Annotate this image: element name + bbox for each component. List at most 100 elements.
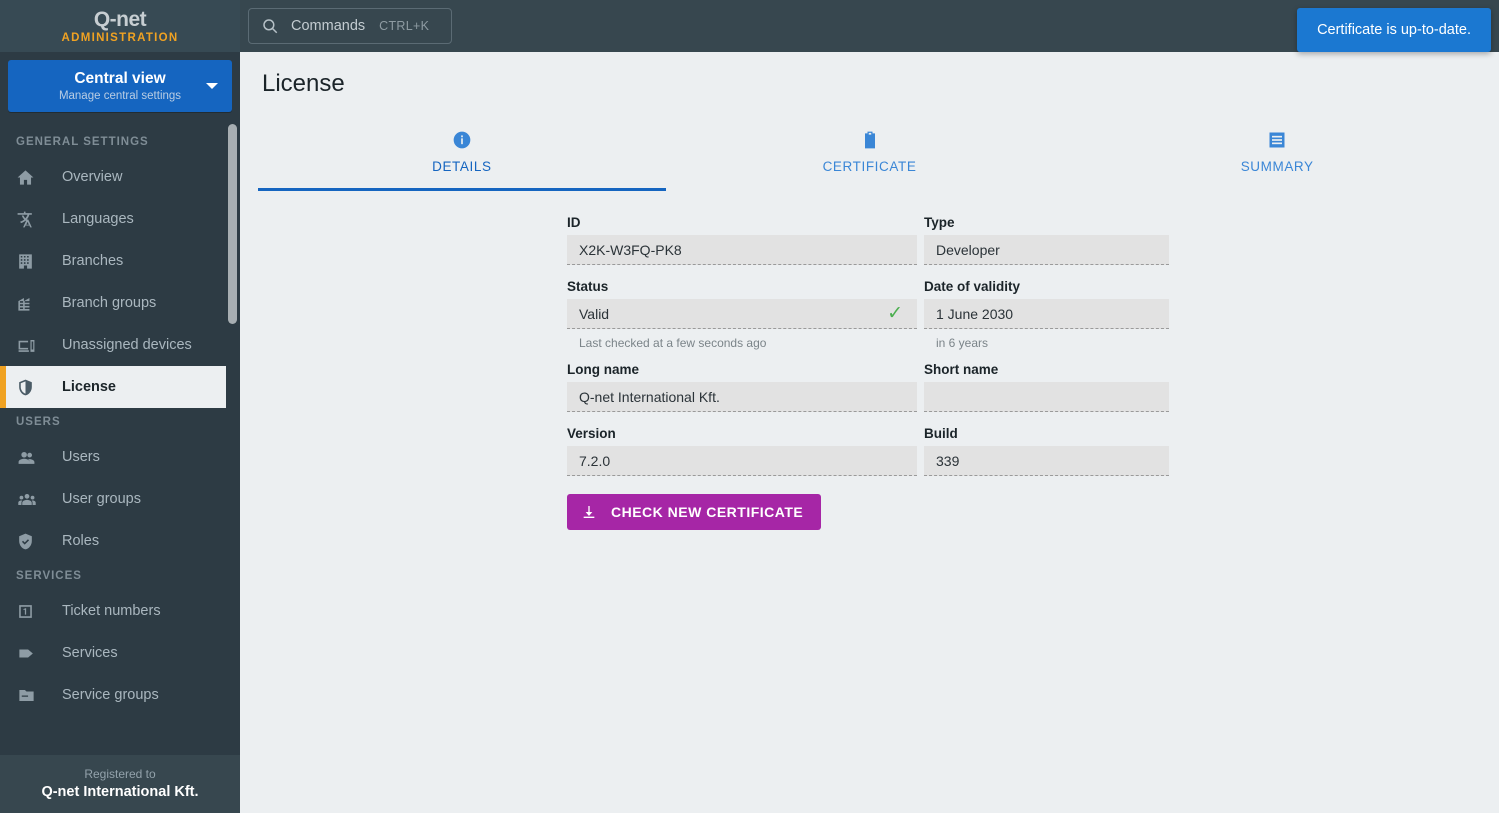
status-input[interactable]: Valid ✓ bbox=[567, 299, 917, 329]
sidebar-item-license[interactable]: License bbox=[0, 366, 226, 408]
sidebar-item-user-groups[interactable]: User groups bbox=[0, 478, 226, 520]
tab-details[interactable]: DETAILS bbox=[258, 120, 666, 191]
users-icon bbox=[16, 448, 46, 467]
sidebar-item-label: Languages bbox=[62, 211, 134, 227]
sidebar-item-ticket-numbers[interactable]: Ticket numbers bbox=[0, 590, 226, 632]
sidebar-item-label: Service groups bbox=[62, 687, 159, 703]
sidebar-item-label: User groups bbox=[62, 491, 141, 507]
field-label: ID bbox=[567, 215, 581, 230]
details-grid: ID X2K-W3FQ-PK8 Type Developer Status Va… bbox=[567, 215, 1172, 530]
sidebar-item-label: Services bbox=[62, 645, 118, 661]
view-selector-subtitle: Manage central settings bbox=[58, 89, 182, 102]
translate-icon bbox=[16, 210, 46, 229]
version-input[interactable]: 7.2.0 bbox=[567, 446, 917, 476]
sidebar-item-label: Users bbox=[62, 449, 100, 465]
long-name-input[interactable]: Q-net International Kft. bbox=[567, 382, 917, 412]
clipboard-icon bbox=[666, 130, 1074, 150]
field-date-of-validity: Date of validity 1 June 2030 in 6 years bbox=[924, 279, 1169, 362]
sidebar-item-unassigned-devices[interactable]: Unassigned devices bbox=[0, 324, 226, 366]
field-long-name: Long name Q-net International Kft. bbox=[567, 362, 917, 412]
sidebar-item-branch-groups[interactable]: Branch groups bbox=[0, 282, 226, 324]
registered-to-value: Q-net International Kft. bbox=[41, 784, 199, 800]
sidebar-nav: GENERAL SETTINGS Overview Languages Bran… bbox=[0, 112, 240, 755]
sidebar-item-roles[interactable]: Roles bbox=[0, 520, 226, 562]
chevron-down-icon bbox=[206, 83, 218, 89]
field-value: Developer bbox=[936, 241, 1000, 258]
field-value: 339 bbox=[936, 452, 960, 469]
sidebar-item-users[interactable]: Users bbox=[0, 436, 226, 478]
sidebar-item-label: Unassigned devices bbox=[62, 337, 192, 353]
sidebar-item-label: Branch groups bbox=[62, 295, 157, 311]
field-label: Date of validity bbox=[924, 279, 1021, 294]
field-label: Status bbox=[567, 279, 609, 294]
type-input[interactable]: Developer bbox=[924, 235, 1169, 265]
folder-icon bbox=[16, 686, 46, 705]
sidebar-item-label: License bbox=[62, 379, 116, 395]
topbar: Commands CTRL+K Certificate is up-to-dat… bbox=[240, 0, 1499, 52]
view-selector[interactable]: Central view Manage central settings bbox=[8, 60, 232, 112]
tab-bar: DETAILS CERTIFICATE SUMMARY bbox=[240, 120, 1499, 191]
sidebar-item-label: Roles bbox=[62, 533, 100, 549]
brand-subtitle: ADMINISTRATION bbox=[61, 31, 179, 44]
sidebar: Q-net ADMINISTRATION Central view Manage… bbox=[0, 0, 240, 813]
sidebar-item-services[interactable]: Services bbox=[0, 632, 226, 674]
main-area: Commands CTRL+K Certificate is up-to-dat… bbox=[240, 0, 1499, 813]
registered-to-footer: Registered to Q-net International Kft. bbox=[0, 755, 240, 813]
status-hint: Last checked at a few seconds ago bbox=[579, 336, 767, 350]
date-of-validity-hint: in 6 years bbox=[936, 336, 989, 350]
buildings-icon bbox=[16, 294, 46, 313]
short-name-input[interactable] bbox=[924, 382, 1169, 412]
field-short-name: Short name bbox=[924, 362, 1169, 412]
field-label: Long name bbox=[567, 362, 640, 377]
field-version: Version 7.2.0 bbox=[567, 426, 917, 476]
command-palette-button[interactable]: Commands CTRL+K bbox=[248, 8, 452, 44]
list-box-icon bbox=[1073, 130, 1481, 150]
sidebar-section-services: SERVICES bbox=[16, 570, 82, 582]
tab-summary[interactable]: SUMMARY bbox=[1073, 120, 1481, 191]
sidebar-item-branches[interactable]: Branches bbox=[0, 240, 226, 282]
shield-check-icon bbox=[16, 532, 46, 551]
sidebar-item-languages[interactable]: Languages bbox=[0, 198, 226, 240]
sidebar-scrollbar-track[interactable] bbox=[228, 124, 237, 751]
app-root: Q-net ADMINISTRATION Central view Manage… bbox=[0, 0, 1499, 813]
field-value: 7.2.0 bbox=[579, 452, 611, 469]
search-icon bbox=[261, 17, 279, 35]
sidebar-item-overview[interactable]: Overview bbox=[0, 156, 226, 198]
registered-to-label: Registered to bbox=[84, 767, 156, 781]
content-area: License DETAILS CERTIFICATE SUMMARY ID X… bbox=[240, 52, 1499, 813]
download-icon bbox=[581, 504, 597, 520]
check-icon: ✓ bbox=[887, 303, 903, 324]
ticket-number-icon bbox=[16, 602, 46, 621]
field-type: Type Developer bbox=[924, 215, 1169, 265]
view-selector-wrap: Central view Manage central settings bbox=[0, 52, 240, 112]
sidebar-scrollbar-thumb[interactable] bbox=[228, 124, 237, 324]
tab-certificate[interactable]: CERTIFICATE bbox=[666, 120, 1074, 191]
field-label: Build bbox=[924, 426, 958, 441]
command-palette-label: Commands bbox=[291, 18, 366, 34]
tab-label: SUMMARY bbox=[1240, 159, 1314, 174]
sidebar-section-users: USERS bbox=[16, 416, 61, 428]
field-value: Valid bbox=[579, 305, 610, 322]
date-of-validity-input[interactable]: 1 June 2030 bbox=[924, 299, 1169, 329]
sidebar-item-label: Overview bbox=[62, 169, 123, 185]
sidebar-item-service-groups[interactable]: Service groups bbox=[0, 674, 226, 716]
tab-label: DETAILS bbox=[432, 159, 492, 174]
field-label: Short name bbox=[924, 362, 999, 377]
info-circle-icon bbox=[258, 130, 666, 150]
field-build: Build 339 bbox=[924, 426, 1169, 476]
tag-icon bbox=[16, 644, 46, 663]
field-label: Type bbox=[924, 215, 955, 230]
command-palette-shortcut: CTRL+K bbox=[379, 19, 430, 33]
toast-notification[interactable]: Certificate is up-to-date. bbox=[1297, 8, 1491, 52]
id-input[interactable]: X2K-W3FQ-PK8 bbox=[567, 235, 917, 265]
brand-header: Q-net ADMINISTRATION bbox=[0, 0, 240, 52]
sidebar-nav-inner: GENERAL SETTINGS Overview Languages Bran… bbox=[0, 128, 240, 716]
field-id: ID X2K-W3FQ-PK8 bbox=[567, 215, 917, 265]
field-value: Q-net International Kft. bbox=[579, 388, 720, 405]
check-new-certificate-button[interactable]: CHECK NEW CERTIFICATE bbox=[567, 494, 822, 530]
field-label: Version bbox=[567, 426, 616, 441]
check-new-certificate-label: CHECK NEW CERTIFICATE bbox=[611, 504, 804, 520]
build-input[interactable]: 339 bbox=[924, 446, 1169, 476]
building-icon bbox=[16, 252, 46, 271]
field-value: X2K-W3FQ-PK8 bbox=[579, 241, 682, 258]
